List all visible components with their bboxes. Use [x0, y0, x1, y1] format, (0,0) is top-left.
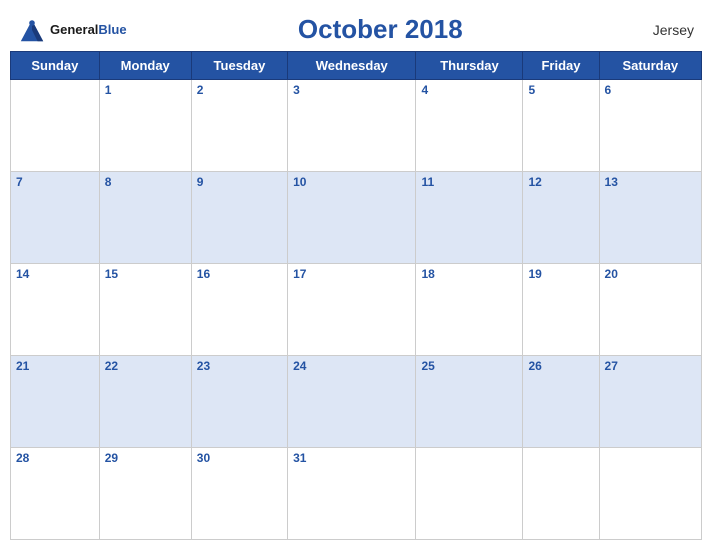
table-row: 16: [191, 264, 287, 356]
header-wednesday: Wednesday: [288, 52, 416, 80]
day-number: 31: [293, 451, 410, 465]
day-number: 17: [293, 267, 410, 281]
day-number: 27: [605, 359, 696, 373]
table-row: 9: [191, 172, 287, 264]
day-number: 3: [293, 83, 410, 97]
table-row: 13: [599, 172, 701, 264]
table-row: 1: [99, 80, 191, 172]
weekday-header-row: Sunday Monday Tuesday Wednesday Thursday…: [11, 52, 702, 80]
day-number: 15: [105, 267, 186, 281]
table-row: 26: [523, 356, 599, 448]
day-number: 18: [421, 267, 517, 281]
calendar-header: GeneralBlue October 2018 Jersey: [10, 10, 702, 51]
day-number: 29: [105, 451, 186, 465]
day-number: 23: [197, 359, 282, 373]
day-number: 22: [105, 359, 186, 373]
table-row: [11, 80, 100, 172]
day-number: 26: [528, 359, 593, 373]
table-row: 29: [99, 448, 191, 540]
table-row: 7: [11, 172, 100, 264]
day-number: 24: [293, 359, 410, 373]
table-row: 15: [99, 264, 191, 356]
table-row: 6: [599, 80, 701, 172]
day-number: 7: [16, 175, 94, 189]
header-saturday: Saturday: [599, 52, 701, 80]
day-number: 14: [16, 267, 94, 281]
day-number: 8: [105, 175, 186, 189]
table-row: 20: [599, 264, 701, 356]
day-number: 2: [197, 83, 282, 97]
table-row: 28: [11, 448, 100, 540]
table-row: [523, 448, 599, 540]
day-number: 6: [605, 83, 696, 97]
day-number: 21: [16, 359, 94, 373]
header-thursday: Thursday: [416, 52, 523, 80]
logo-text: GeneralBlue: [50, 21, 127, 39]
day-number: 28: [16, 451, 94, 465]
calendar-row: 123456: [11, 80, 702, 172]
table-row: 22: [99, 356, 191, 448]
day-number: 30: [197, 451, 282, 465]
header-friday: Friday: [523, 52, 599, 80]
calendar-row: 14 15 16 17 18 19 20: [11, 264, 702, 356]
header-monday: Monday: [99, 52, 191, 80]
logo-blue: Blue: [98, 22, 126, 37]
day-number: 16: [197, 267, 282, 281]
table-row: 8: [99, 172, 191, 264]
table-row: 30: [191, 448, 287, 540]
header-sunday: Sunday: [11, 52, 100, 80]
day-number: 4: [421, 83, 517, 97]
table-row: 2: [191, 80, 287, 172]
table-row: 10: [288, 172, 416, 264]
table-row: [599, 448, 701, 540]
table-row: 25: [416, 356, 523, 448]
day-number: 12: [528, 175, 593, 189]
table-row: 5: [523, 80, 599, 172]
generalblue-logo-icon: [18, 16, 46, 44]
day-number: 13: [605, 175, 696, 189]
table-row: 21: [11, 356, 100, 448]
table-row: [416, 448, 523, 540]
table-row: 18: [416, 264, 523, 356]
day-number: 20: [605, 267, 696, 281]
table-row: 3: [288, 80, 416, 172]
day-number: 19: [528, 267, 593, 281]
calendar-row: 789 10 11 12 13: [11, 172, 702, 264]
day-number: 10: [293, 175, 410, 189]
table-row: 23: [191, 356, 287, 448]
logo-area: GeneralBlue: [18, 16, 127, 44]
logo-general: General: [50, 22, 98, 37]
day-number: 25: [421, 359, 517, 373]
table-row: 4: [416, 80, 523, 172]
day-number: 5: [528, 83, 593, 97]
calendar-table: Sunday Monday Tuesday Wednesday Thursday…: [10, 51, 702, 540]
table-row: 19: [523, 264, 599, 356]
calendar-row: 28 29 30 31: [11, 448, 702, 540]
table-row: 11: [416, 172, 523, 264]
table-row: 24: [288, 356, 416, 448]
day-number: 11: [421, 175, 517, 189]
calendar: GeneralBlue October 2018 Jersey Sunday M…: [0, 0, 712, 550]
table-row: 17: [288, 264, 416, 356]
day-number: 9: [197, 175, 282, 189]
calendar-row: 21 22 23 24 25 26 27: [11, 356, 702, 448]
table-row: 27: [599, 356, 701, 448]
day-number: 1: [105, 83, 186, 97]
calendar-title: October 2018: [127, 14, 634, 45]
table-row: 14: [11, 264, 100, 356]
table-row: 31: [288, 448, 416, 540]
region-label: Jersey: [634, 22, 694, 38]
header-tuesday: Tuesday: [191, 52, 287, 80]
table-row: 12: [523, 172, 599, 264]
